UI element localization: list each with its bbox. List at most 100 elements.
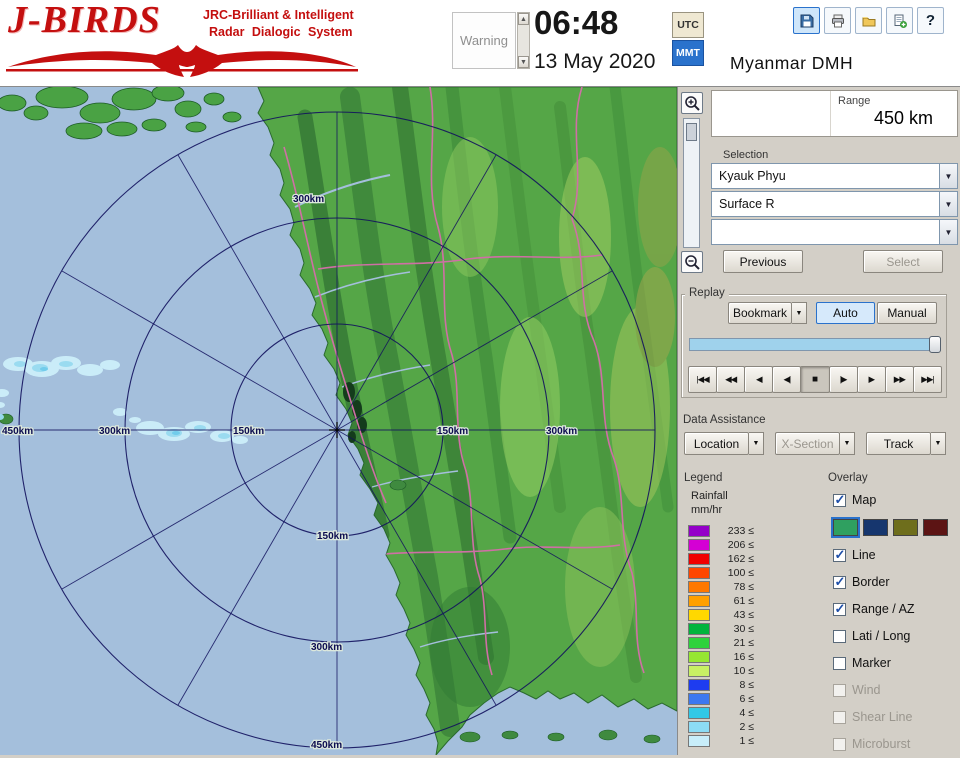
fast-rewind-button[interactable]: ◀◀ — [716, 366, 746, 393]
skip-to-end-button[interactable]: ▶▶| — [912, 366, 942, 393]
svg-text:150km: 150km — [317, 531, 348, 542]
palette-swatch-olive[interactable] — [893, 519, 918, 536]
mmt-toggle-button[interactable]: MMT — [672, 40, 704, 66]
auto-button[interactable]: Auto — [816, 302, 875, 324]
range-divider — [830, 91, 831, 136]
overlay-item-border[interactable]: Border — [833, 573, 890, 591]
scroll-up-icon[interactable]: ▲ — [518, 13, 529, 25]
checkbox-microburst — [833, 737, 846, 751]
zoom-in-button[interactable] — [681, 92, 703, 114]
legend-entry: 6 ≤ — [688, 692, 754, 706]
utc-toggle-button[interactable]: UTC — [672, 12, 704, 38]
checkbox-marker[interactable] — [833, 656, 846, 670]
palette-swatch-navy[interactable] — [863, 519, 888, 536]
chevron-down-icon[interactable]: ▼ — [792, 302, 807, 324]
checkbox-border[interactable] — [833, 574, 846, 590]
manual-button[interactable]: Manual — [877, 302, 937, 324]
chevron-down-icon[interactable]: ▼ — [749, 432, 764, 455]
zoom-in-icon — [684, 95, 700, 111]
playback-controls: |◀◀ ◀◀ ◀ ◀| ■ |▶ ▶ ▶▶ ▶▶| — [688, 366, 942, 393]
checkbox-range-az[interactable] — [833, 601, 846, 617]
checkbox-map[interactable] — [833, 492, 846, 508]
zoom-out-icon — [684, 254, 700, 270]
legend-color-swatch — [688, 609, 710, 621]
legend-color-swatch — [688, 651, 710, 663]
warning-panel[interactable]: Warning — [452, 12, 516, 69]
header-bar: J-BIRDS JRC-Brilliant & Intelligent Rada… — [0, 0, 960, 87]
clock-date: 13 May 2020 — [534, 50, 656, 73]
previous-button[interactable]: Previous — [723, 250, 803, 273]
chevron-down-icon[interactable]: ▼ — [931, 432, 946, 455]
legend-entry: 10 ≤ — [688, 664, 754, 678]
zoom-slider-thumb[interactable] — [686, 123, 697, 141]
legend-entry: 30 ≤ — [688, 622, 754, 636]
svg-text:450km: 450km — [2, 426, 33, 437]
legend-color-swatch — [688, 637, 710, 649]
eagle-logo-icon — [6, 45, 358, 77]
site-dropdown[interactable]: Kyauk Phyu ▼ — [711, 163, 958, 189]
range-value: 450 km — [873, 108, 933, 128]
save-button[interactable] — [793, 7, 820, 34]
checkbox-wind — [833, 683, 846, 697]
track-button[interactable]: Track — [866, 432, 931, 455]
legend-entry: 61 ≤ — [688, 594, 754, 608]
extra-dropdown[interactable]: ▼ — [711, 219, 958, 245]
overlay-item-marker[interactable]: Marker — [833, 654, 891, 672]
track-control[interactable]: Track ▼ — [866, 432, 946, 455]
legend-color-swatch — [688, 539, 710, 551]
checkbox-lati-long[interactable] — [833, 629, 846, 643]
replay-groupbox: Bookmark ▼ Auto Manual |◀◀ ◀◀ ◀ ◀| ■ |▶ … — [681, 294, 947, 398]
replay-group-label: Replay — [685, 287, 729, 299]
radar-map-display: 450km 300km 150km 150km 300km 300km 150k… — [0, 84, 678, 757]
step-back-button[interactable]: ◀| — [772, 366, 802, 393]
legend-entry: 78 ≤ — [688, 580, 754, 594]
overlay-item-range-az[interactable]: Range / AZ — [833, 600, 915, 618]
replay-timeline-thumb[interactable] — [929, 336, 941, 353]
warning-scrollbar[interactable]: ▲ ▼ — [517, 12, 530, 69]
play-backward-button[interactable]: ◀ — [744, 366, 774, 393]
legend-color-swatch — [688, 595, 710, 607]
palette-swatch-maroon[interactable] — [923, 519, 948, 536]
overlay-item-lati-long[interactable]: Lati / Long — [833, 627, 910, 645]
legend-entry: 162 ≤ — [688, 552, 754, 566]
stop-button[interactable]: ■ — [800, 366, 830, 393]
checkbox-line[interactable] — [833, 547, 846, 563]
bookmark-dropdown[interactable]: Bookmark ▼ — [728, 302, 807, 324]
chevron-down-icon[interactable]: ▼ — [939, 192, 957, 216]
open-folder-button[interactable] — [855, 7, 882, 34]
overlay-item-line[interactable]: Line — [833, 546, 876, 564]
print-icon — [831, 14, 844, 27]
svg-text:300km: 300km — [311, 642, 342, 653]
legend-color-swatch — [688, 567, 710, 579]
help-button[interactable]: ? — [917, 7, 944, 34]
overlay-item-microburst: Microburst — [833, 735, 910, 753]
legend-entry: 43 ≤ — [688, 608, 754, 622]
location-control[interactable]: Location ▼ — [684, 432, 764, 455]
app-logo: J-BIRDS — [8, 0, 161, 41]
skip-to-start-button[interactable]: |◀◀ — [688, 366, 718, 393]
legend-color-swatch — [688, 623, 710, 635]
replay-timeline-slider[interactable] — [689, 336, 941, 353]
chevron-down-icon[interactable]: ▼ — [939, 220, 957, 244]
export-button[interactable] — [886, 7, 913, 34]
palette-swatch-green[interactable] — [833, 519, 858, 536]
zoom-slider[interactable] — [683, 118, 700, 248]
play-button[interactable]: ▶ — [856, 366, 886, 393]
svg-text:450km: 450km — [311, 740, 342, 751]
data-assistance-buttons: Location ▼ X-Section ▼ Track ▼ — [684, 432, 946, 455]
location-button[interactable]: Location — [684, 432, 749, 455]
overlay-item-map[interactable]: Map — [833, 491, 876, 509]
chevron-down-icon[interactable]: ▼ — [939, 164, 957, 188]
scroll-down-icon[interactable]: ▼ — [518, 56, 529, 68]
logo-subtitle-1: JRC-Brilliant & Intelligent — [203, 8, 354, 22]
chevron-down-icon: ▼ — [840, 432, 855, 455]
legend-unit-1: Rainfall — [691, 490, 728, 502]
product-dropdown[interactable]: Surface R ▼ — [711, 191, 958, 217]
selection-label: Selection — [723, 149, 769, 161]
print-button[interactable] — [824, 7, 851, 34]
fast-forward-button[interactable]: ▶▶ — [884, 366, 914, 393]
step-forward-button[interactable]: |▶ — [828, 366, 858, 393]
overlay-item-shear-line: Shear Line — [833, 708, 912, 726]
zoom-out-button[interactable] — [681, 251, 703, 273]
bookmark-button[interactable]: Bookmark — [728, 302, 792, 324]
